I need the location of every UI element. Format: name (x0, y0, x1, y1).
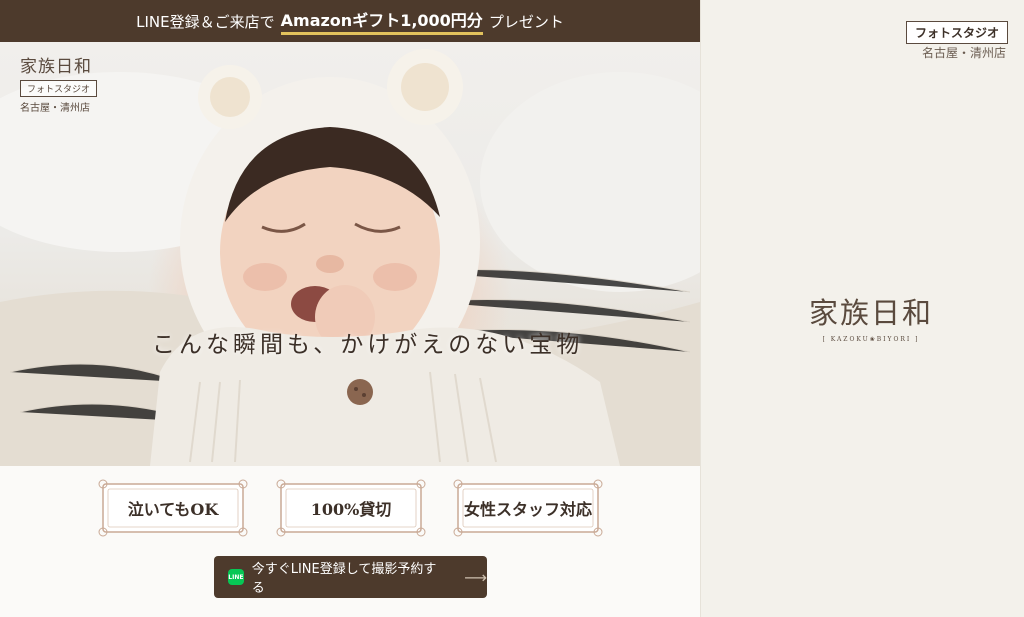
main-panel: LINE登録＆ご来店で Amazonギフト1,000円分 プレゼント 家族日和 … (0, 0, 700, 617)
feature-label: 女性スタッフ対応 (463, 500, 592, 519)
feature-badge-female-staff: 女性スタッフ対応 (450, 478, 606, 538)
promo-prefix: LINE登録＆ご来店で (136, 12, 275, 31)
hero-image (0, 42, 700, 466)
promo-banner[interactable]: LINE登録＆ご来店で Amazonギフト1,000円分 プレゼント (0, 0, 700, 42)
side-brand-name: 家族日和 (808, 296, 933, 330)
side-store-name: 名古屋・清州店 (921, 46, 1006, 60)
feature-label: 泣いてもOK (127, 500, 219, 519)
side-panel: フォトスタジオ 名古屋・清州店 家族日和 [ KAZOKU❀BIYORI ] (700, 0, 1024, 617)
brand-name: 家族日和 (20, 57, 92, 77)
feature-label: 100%貸切 (310, 500, 392, 519)
cta-label: 今すぐLINE登録して撮影予約する (251, 562, 437, 596)
side-brand-logo: 家族日和 [ KAZOKU❀BIYORI ] (801, 290, 941, 343)
brand-logo-small[interactable]: 家族日和 フォトスタジオ 名古屋・清州店 (20, 52, 98, 114)
feature-badges: 泣いてもOK 100%貸切 女性スタッフ対応 (0, 478, 700, 538)
side-brand-tag: フォトスタジオ (905, 21, 1008, 44)
store-name: 名古屋・清州店 (20, 103, 90, 114)
hero-headline: こんな瞬間も、かけがえのない宝物 (152, 332, 584, 358)
promo-suffix: プレゼント (488, 12, 564, 31)
arrow-right-icon: ⟶ (464, 567, 487, 587)
feature-badge-private: 100%貸切 (273, 478, 429, 538)
promo-highlight: Amazonギフト1,000円分 (280, 7, 483, 35)
feature-badge-crying-ok: 泣いてもOK (95, 478, 251, 538)
line-icon: LINE (228, 569, 244, 585)
line-register-button[interactable]: LINE 今すぐLINE登録して撮影予約する ⟶ (214, 556, 487, 598)
brand-tag: フォトスタジオ (20, 80, 98, 97)
side-brand-roman: [ KAZOKU❀BIYORI ] (822, 336, 920, 343)
baby-photo-illustration (0, 49, 700, 466)
